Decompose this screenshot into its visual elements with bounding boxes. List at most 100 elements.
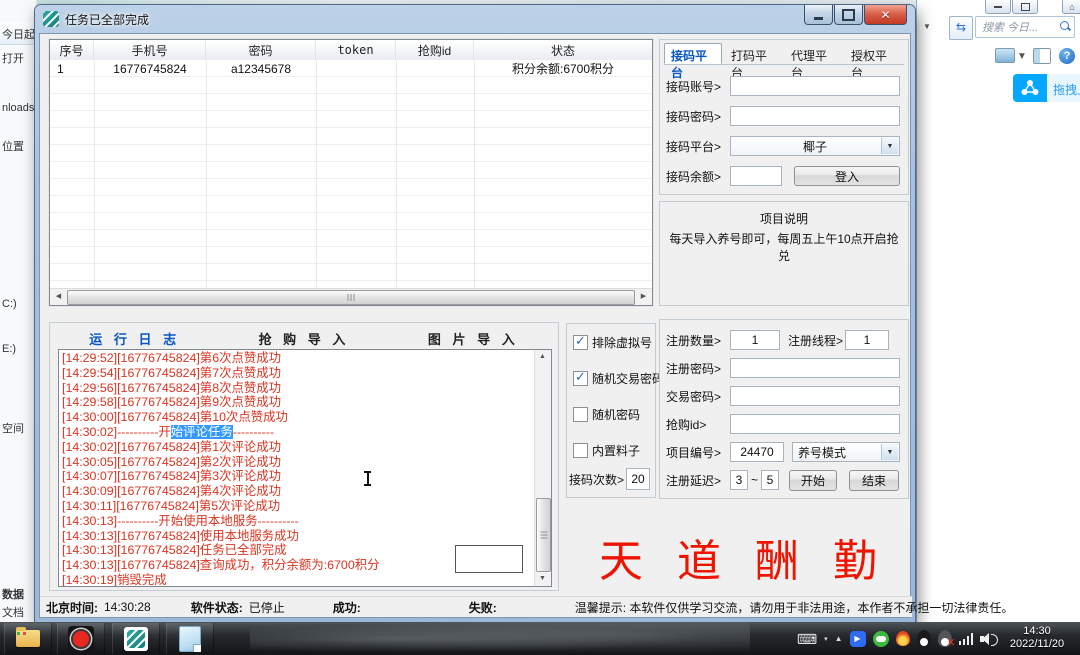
software-state-label: 软件状态: bbox=[191, 601, 243, 615]
col-token[interactable]: token bbox=[316, 40, 396, 60]
log-line: [14:30:02]----------开始评论任务---------- bbox=[62, 425, 533, 440]
views-button[interactable] bbox=[995, 48, 1015, 63]
drive-c-fragment[interactable]: C:) bbox=[2, 298, 17, 310]
views-dropdown-icon[interactable]: ▼ bbox=[1017, 51, 1027, 67]
checkbox-exclude-virtual[interactable]: 排除虚拟号 bbox=[573, 334, 652, 351]
sms-balance-label: 接码余额> bbox=[666, 168, 730, 185]
title-bar[interactable]: 任务已全部完成 ✕ bbox=[35, 5, 915, 33]
chevron-down-icon[interactable]: ▼ bbox=[881, 444, 898, 460]
tab-captcha-platform[interactable]: 打码平台 bbox=[724, 43, 782, 64]
scroll-right-icon[interactable]: ▶ bbox=[636, 290, 651, 303]
scroll-up-icon[interactable]: ▲ bbox=[536, 350, 549, 364]
scrollbar-thumb[interactable] bbox=[67, 290, 635, 305]
col-status[interactable]: 状态 bbox=[474, 40, 652, 60]
tab-proxy-platform[interactable]: 代理平台 bbox=[784, 43, 842, 64]
mode-select[interactable]: 养号模式 ▼ bbox=[792, 442, 900, 462]
log-line: [14:30:02][16776745824]第1次评论成功 bbox=[62, 440, 533, 455]
table-row[interactable]: 1 16776745824 a12345678 积分余额:6700积分 bbox=[50, 60, 652, 77]
flame-app-icon[interactable] bbox=[896, 631, 910, 646]
netdisk-upload-bar[interactable]: 拖拽上 bbox=[1013, 74, 1080, 102]
taskbar-notepad-button[interactable] bbox=[166, 623, 214, 654]
project-info-panel: 项目说明 每天导入养号即可，每周五上午10点开启抢兑 bbox=[659, 201, 909, 306]
col-index[interactable]: 序号 bbox=[50, 40, 94, 60]
drive-e-fragment[interactable]: E:) bbox=[2, 343, 16, 355]
stop-button[interactable]: 结束 bbox=[849, 470, 899, 491]
delay-to-input[interactable]: 5 bbox=[761, 470, 779, 490]
checkbox-builtin-material[interactable]: 内置料子 bbox=[573, 442, 640, 459]
qq-offline-icon[interactable]: ✕ bbox=[938, 630, 952, 647]
taskbar-recorder-button[interactable] bbox=[57, 623, 105, 654]
col-phone[interactable]: 手机号 bbox=[94, 40, 206, 60]
sms-balance-input[interactable] bbox=[730, 166, 782, 186]
project-no-input[interactable]: 24470 bbox=[730, 442, 784, 462]
register-password-input[interactable] bbox=[730, 358, 900, 378]
downloads-label-fragment[interactable]: nloads bbox=[2, 102, 34, 114]
register-password-label: 注册密码> bbox=[666, 360, 730, 377]
keyboard-icon[interactable]: ⌨ bbox=[797, 632, 817, 646]
network-signal-icon[interactable] bbox=[959, 633, 974, 645]
checkbox-random-trade-password[interactable]: 随机交易密码 bbox=[573, 370, 664, 387]
buy-id-input[interactable] bbox=[730, 414, 900, 434]
taskbar-app-button[interactable] bbox=[112, 623, 160, 654]
vertical-scrollbar[interactable]: ▲ ▼ bbox=[534, 350, 551, 586]
log-line: [14:30:09][16776745824]第4次评论成功 bbox=[62, 484, 533, 499]
media-app-icon[interactable]: ▶ bbox=[850, 631, 866, 647]
register-quantity-input[interactable]: 1 bbox=[730, 330, 780, 350]
close-button[interactable]: ✕ bbox=[864, 5, 907, 25]
preview-pane-button[interactable] bbox=[1033, 48, 1051, 64]
search-input[interactable]: 搜索 今日... bbox=[975, 16, 1075, 38]
sms-count-input[interactable]: 20 bbox=[626, 468, 650, 490]
tab-image-import[interactable]: 图 片 导 入 bbox=[428, 329, 519, 348]
show-hidden-icons[interactable]: ▲ bbox=[835, 634, 843, 643]
scroll-left-icon[interactable]: ◀ bbox=[51, 290, 66, 303]
bg-maximize-button[interactable] bbox=[1012, 0, 1038, 14]
sms-password-label: 接码密码> bbox=[666, 108, 730, 125]
account-table[interactable]: 序号 手机号 密码 token 抢购id 状态 1 16776745824 bbox=[49, 39, 653, 306]
log-line: [14:30:19]销毁完成 bbox=[62, 573, 533, 587]
help-button[interactable]: ? bbox=[1059, 48, 1075, 64]
log-mini-input[interactable] bbox=[455, 545, 523, 573]
log-line: [14:30:13]----------开始使用本地服务---------- bbox=[62, 514, 533, 529]
tab-buy-import[interactable]: 抢 购 导 入 bbox=[259, 329, 350, 348]
horizontal-scrollbar[interactable]: ◀ ▶ bbox=[50, 288, 652, 305]
sms-password-input[interactable] bbox=[730, 106, 900, 126]
checkbox-random-password[interactable]: 随机密码 bbox=[573, 406, 640, 423]
trade-password-input[interactable] bbox=[730, 386, 900, 406]
table-body[interactable]: 1 16776745824 a12345678 积分余额:6700积分 bbox=[50, 60, 652, 289]
bg-home-button[interactable]: ⌂ bbox=[1062, 0, 1080, 14]
open-button-fragment[interactable]: 打开 bbox=[2, 50, 24, 66]
fail-label: 失败: bbox=[469, 601, 497, 615]
login-button[interactable]: 登入 bbox=[794, 166, 900, 186]
chevron-down-icon[interactable]: ▼ bbox=[881, 138, 898, 154]
start-button[interactable]: 开始 bbox=[789, 470, 837, 491]
taskbar-explorer-button[interactable] bbox=[4, 623, 52, 654]
scroll-down-icon[interactable]: ▼ bbox=[536, 572, 549, 586]
tab-sms-platform[interactable]: 接码平台 bbox=[664, 43, 722, 64]
register-threads-input[interactable]: 1 bbox=[845, 330, 889, 350]
data-label-fragment: 数据 bbox=[2, 586, 24, 602]
register-threads-label: 注册线程> bbox=[788, 332, 843, 349]
sms-account-input[interactable] bbox=[730, 76, 900, 96]
minimize-button[interactable] bbox=[804, 5, 833, 25]
scrollbar-thumb[interactable] bbox=[536, 498, 551, 572]
chevron-down-icon[interactable]: ▼ bbox=[923, 22, 931, 31]
tab-auth-platform[interactable]: 授权平台 bbox=[844, 43, 902, 64]
log-line: [14:29:56][16776745824]第8次点赞成功 bbox=[62, 381, 533, 396]
options-panel: 排除虚拟号 随机交易密码 随机密码 内置料子 接码次数> 20 bbox=[566, 323, 656, 498]
col-buy-id[interactable]: 抢购id bbox=[396, 40, 474, 60]
bg-minimize-button[interactable] bbox=[985, 0, 1011, 14]
refresh-button[interactable]: ⇆ bbox=[949, 16, 973, 40]
table-header[interactable]: 序号 手机号 密码 token 抢购id 状态 bbox=[50, 40, 652, 61]
maximize-button[interactable] bbox=[834, 5, 863, 25]
doc-label-fragment[interactable]: 文档 bbox=[2, 604, 24, 620]
wechat-icon[interactable] bbox=[873, 631, 889, 647]
sms-platform-select[interactable]: 椰子 ▼ bbox=[730, 136, 900, 156]
tray-dropdown-icon[interactable]: ▾ bbox=[824, 635, 828, 643]
search-placeholder: 搜索 今日... bbox=[982, 19, 1038, 35]
tab-run-log[interactable]: 运 行 日 志 bbox=[89, 329, 180, 348]
delay-from-input[interactable]: 3 bbox=[730, 470, 748, 490]
volume-icon[interactable] bbox=[980, 632, 994, 646]
taskbar-clock[interactable]: 14:30 2022/11/20 bbox=[998, 625, 1076, 651]
col-password[interactable]: 密码 bbox=[206, 40, 316, 60]
qq-icon[interactable] bbox=[917, 630, 931, 647]
